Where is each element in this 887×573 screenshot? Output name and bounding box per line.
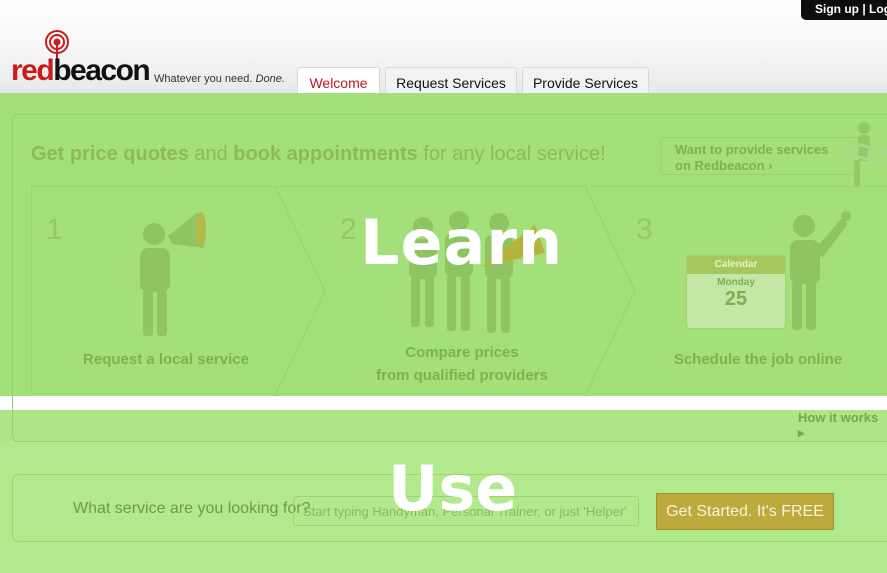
ladder-person-icon xyxy=(838,122,887,186)
search-label: What service are you looking for? xyxy=(73,500,311,517)
step-1-number: 1 xyxy=(46,213,63,246)
tab-request-services[interactable]: Request Services xyxy=(385,67,517,94)
link-separator: | xyxy=(859,2,870,16)
how-it-works-link[interactable]: How it works ▸ xyxy=(798,410,887,441)
logo-red-part: red xyxy=(11,54,55,87)
step-2-number: 2 xyxy=(340,213,357,246)
calendar-day: Monday xyxy=(717,277,755,288)
step-2-caption: Compare prices from qualified providers xyxy=(376,344,548,384)
calendar-header: Calendar xyxy=(687,256,785,274)
learn-overlay-label: Learn xyxy=(360,206,564,279)
calendar-icon: Calendar Monday 25 xyxy=(686,255,786,329)
headline-quotes: Get price quotes xyxy=(31,143,189,165)
megaphone-person-icon xyxy=(140,212,206,336)
logo-wordmark: redbeacon xyxy=(11,54,151,87)
headline-and: and xyxy=(188,143,234,165)
login-link[interactable]: Log in xyxy=(869,2,887,16)
tab-provide-services[interactable]: Provide Services xyxy=(522,67,649,94)
signup-link[interactable]: Sign up xyxy=(815,2,859,16)
use-overlay-label: Use xyxy=(388,452,518,525)
chevron-right-icon: › xyxy=(768,158,773,173)
provider-promo-line1: Want to provide services xyxy=(675,142,829,157)
step-3-number: 3 xyxy=(636,213,653,246)
redbeacon-logo[interactable]: redbeacon xyxy=(11,30,151,86)
provider-promo[interactable]: Want to provide services on Redbeacon › xyxy=(660,137,860,175)
tagline-emphasis: Done. xyxy=(255,73,285,85)
tagline-main: Whatever you need. xyxy=(154,73,256,85)
provider-promo-line2: on Redbeacon › xyxy=(675,158,773,173)
get-started-button[interactable]: Get Started. It's FREE xyxy=(656,493,834,530)
tab-welcome[interactable]: Welcome xyxy=(297,67,380,94)
step-3-caption: Schedule the job online xyxy=(673,351,843,368)
account-links: Sign up | Log in xyxy=(801,0,887,20)
tagline: Whatever you need. Done. xyxy=(154,73,285,85)
logo-black-part: beacon xyxy=(53,54,151,87)
waving-person-icon xyxy=(790,211,851,330)
headline-appointments: book appointments xyxy=(233,143,418,165)
step-1-caption: Request a local service xyxy=(83,351,249,368)
intro-headline: Get price quotes and book appointments f… xyxy=(31,143,606,166)
headline-rest: for any local service! xyxy=(417,143,606,165)
calendar-date: 25 xyxy=(724,288,748,310)
site-header: Sign up | Log in redbeacon Whatever you … xyxy=(0,0,887,94)
